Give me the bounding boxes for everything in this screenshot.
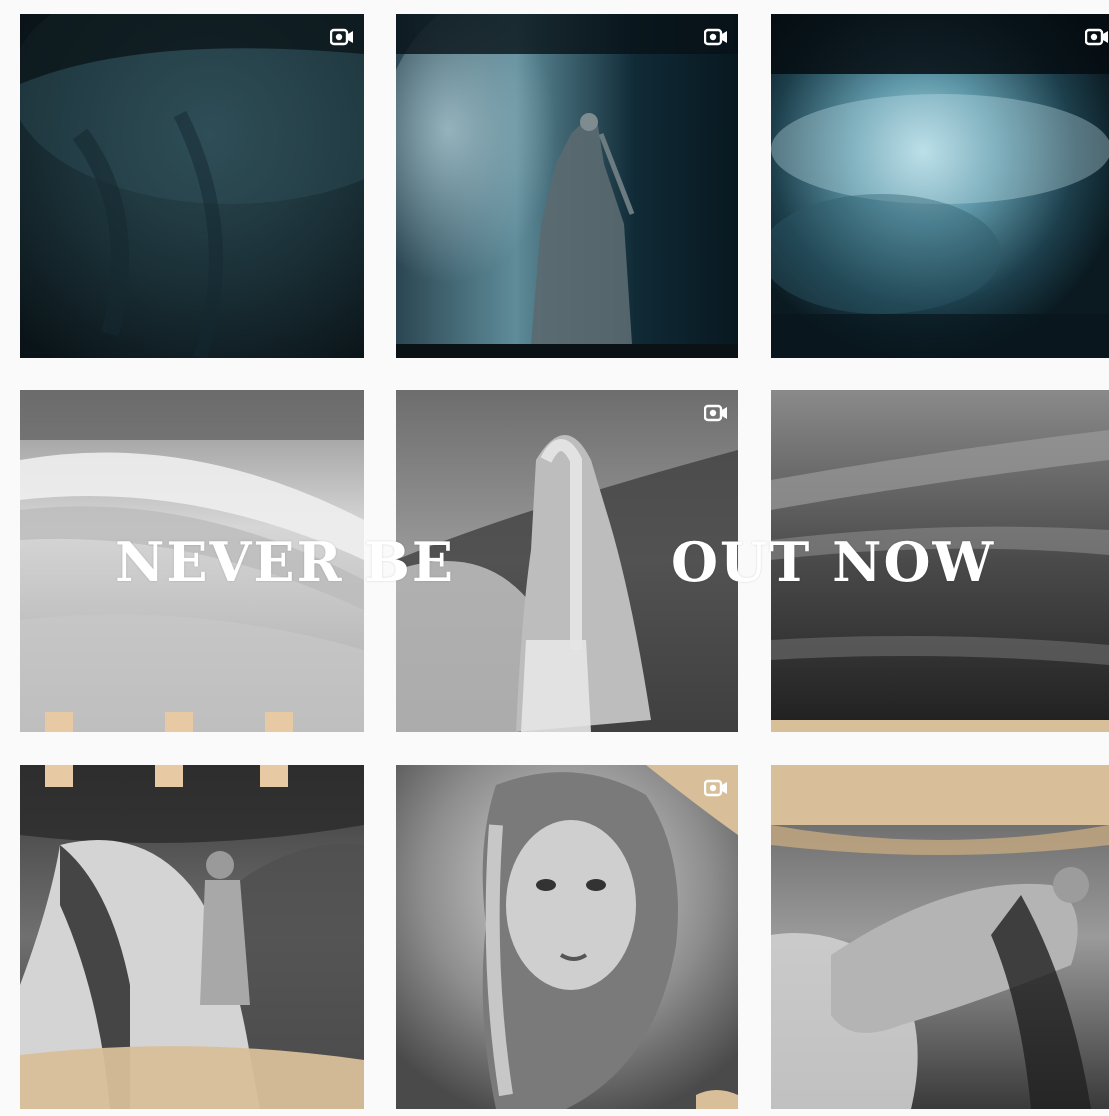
tile-image: [20, 765, 364, 1109]
tile-image: [771, 14, 1109, 358]
grid-tile-dancer-smoke[interactable]: [396, 14, 738, 358]
media-grid: NEVER BE OUT NOW: [0, 0, 1109, 1116]
grid-tile-blurred-hair-left[interactable]: [20, 390, 364, 732]
video-camera-icon: [1085, 28, 1108, 46]
tile-image: [396, 765, 738, 1109]
grid-tile-blue-smoke[interactable]: [771, 14, 1109, 358]
video-camera-icon: [704, 404, 727, 422]
tile-image: [396, 14, 738, 358]
video-camera-icon: [330, 28, 353, 46]
video-camera-icon: [704, 28, 727, 46]
grid-tile-woman-reclining[interactable]: [771, 765, 1109, 1109]
grid-tile-dark-fur[interactable]: [20, 14, 364, 358]
grid-tile-blurred-hair-right[interactable]: [771, 390, 1109, 732]
grid-tile-woman-back[interactable]: [396, 390, 738, 732]
tile-image: [20, 390, 364, 732]
grid-tile-woman-portrait[interactable]: [396, 765, 738, 1109]
video-camera-icon: [704, 779, 727, 797]
grid-tile-woman-horse[interactable]: [20, 765, 364, 1109]
tile-image: [771, 765, 1109, 1109]
tile-image: [771, 390, 1109, 732]
tile-image: [396, 390, 738, 732]
tile-image: [20, 14, 364, 358]
